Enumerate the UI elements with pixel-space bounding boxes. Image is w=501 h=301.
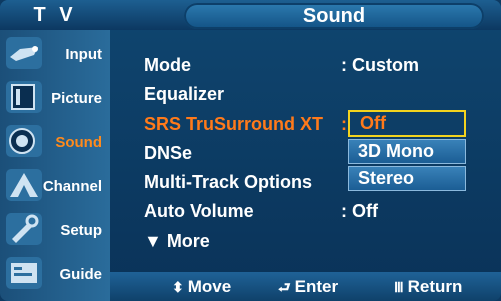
tv-osd: T V Sound Input Picture Sound Channel Se… xyxy=(0,0,501,301)
sidebar-item-label: Picture xyxy=(51,90,102,107)
sidebar-item-label: Guide xyxy=(59,266,102,283)
menu-return-icon: Ⅲ xyxy=(394,279,404,295)
return-hint: Ⅲ Return xyxy=(394,272,462,301)
menu-item-label: Equalizer xyxy=(144,84,225,104)
top-bar: T V Sound xyxy=(0,0,501,30)
menu-item-label: SRS TruSurround XT xyxy=(144,114,324,134)
help-bar: ⬍ Move ⮐ Enter Ⅲ Return xyxy=(110,272,501,301)
sidebar-item-sound[interactable]: Sound xyxy=(0,120,110,162)
menu-item-value: : Off xyxy=(341,201,378,221)
sidebar-item-input[interactable]: Input xyxy=(0,32,110,74)
enter-label: Enter xyxy=(294,277,339,296)
option-3d-mono[interactable]: 3D Mono xyxy=(348,139,466,164)
enter-hint: ⮐ Enter xyxy=(278,272,338,301)
sidebar-item-label: Setup xyxy=(60,222,102,239)
source-label: T V xyxy=(33,4,77,26)
sidebar-item-channel[interactable]: Channel xyxy=(0,164,110,206)
menu-item-label: DNSe xyxy=(144,143,193,163)
sidebar-item-setup[interactable]: Setup xyxy=(0,208,110,250)
move-label: Move xyxy=(187,277,232,296)
sidebar-item-label: Channel xyxy=(42,178,102,195)
menu-item-label: Multi-Track Options xyxy=(144,172,313,192)
page-title: Sound xyxy=(184,3,484,29)
menu-item-label: Mode xyxy=(144,55,191,75)
menu-item-value: : xyxy=(341,114,347,134)
sidebar: Input Picture Sound Channel Setup Guide xyxy=(0,30,110,301)
picture-icon xyxy=(6,81,42,113)
enter-icon: ⮐ xyxy=(278,279,291,295)
sidebar-item-guide[interactable]: Guide xyxy=(0,252,110,294)
input-icon xyxy=(6,37,42,69)
option-off[interactable]: Off xyxy=(348,110,466,137)
srs-options-dropdown: Off 3D Mono Stereo xyxy=(348,110,466,193)
guide-icon xyxy=(6,257,42,289)
setup-icon xyxy=(6,213,42,245)
sidebar-item-label: Input xyxy=(65,46,102,63)
menu-item-label: Auto Volume xyxy=(144,201,254,221)
sidebar-item-picture[interactable]: Picture xyxy=(0,76,110,118)
menu-item-value: : Custom xyxy=(341,55,419,75)
return-label: Return xyxy=(407,277,463,296)
move-hint: ⬍ Move xyxy=(172,272,231,301)
channel-icon xyxy=(6,169,42,201)
sound-icon xyxy=(6,125,42,157)
sidebar-item-label: Sound xyxy=(55,134,102,151)
updown-arrow-icon: ⬍ xyxy=(172,279,184,295)
menu-item-label: ▼ More xyxy=(144,231,210,251)
option-stereo[interactable]: Stereo xyxy=(348,166,466,191)
